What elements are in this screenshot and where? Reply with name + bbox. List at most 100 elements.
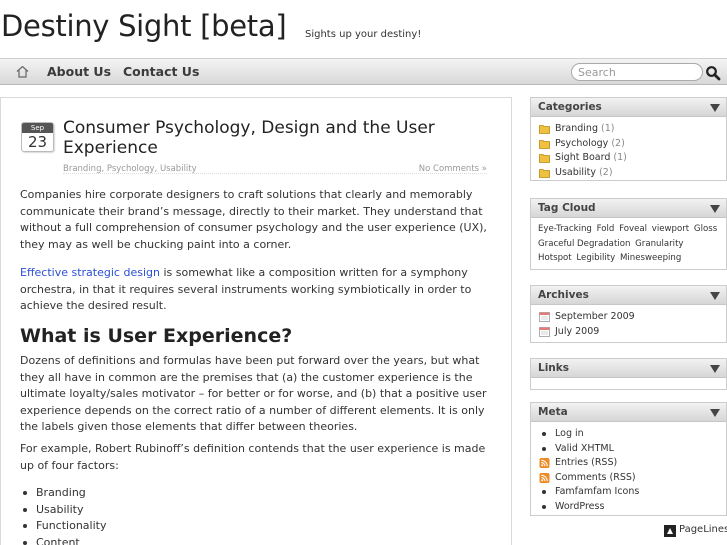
category-count: (1) [613, 152, 627, 163]
category-item[interactable]: Psychology (2) [531, 137, 726, 152]
meta-item[interactable]: WordPress [531, 500, 726, 515]
factor-list: Branding Usability Functionality Content [20, 485, 106, 545]
meta-item[interactable]: Comments (RSS) [531, 471, 726, 486]
folder-icon [539, 139, 550, 149]
bullet-icon [542, 490, 546, 494]
folder-icon [539, 125, 550, 134]
archive-item[interactable]: September 2009 [531, 310, 726, 325]
category-label[interactable]: Sight Board [555, 152, 610, 163]
strategic-design-link[interactable]: Effective strategic design [20, 266, 160, 279]
post-content: Sep 23 Consumer Psychology, Design and t… [0, 97, 512, 545]
meta-label[interactable]: Log in [555, 428, 584, 439]
meta-label[interactable]: WordPress [555, 501, 604, 512]
widget-header[interactable]: Meta [531, 403, 726, 422]
list-item-label: Content [36, 535, 80, 545]
archive-item[interactable]: July 2009 [531, 325, 726, 340]
category-label[interactable]: Branding [555, 123, 598, 134]
category-item[interactable]: Usability (2) [531, 166, 726, 181]
widget-header[interactable]: Archives [531, 286, 726, 305]
meta-widget: Meta Log in Valid XHTML Entries (RSS) Co… [530, 402, 727, 516]
meta-label[interactable]: Famfamfam Icons [555, 486, 639, 497]
bullet-icon [542, 504, 546, 509]
collapse-arrow-icon[interactable] [710, 205, 720, 213]
list-item: Content [20, 535, 106, 545]
date-badge: Sep 23 [21, 122, 54, 152]
search-input[interactable] [571, 63, 703, 81]
folder-icon [539, 154, 550, 163]
widget-header[interactable]: Links [531, 359, 726, 378]
tag-link[interactable]: Hotspot [538, 253, 572, 263]
list-item: Functionality [20, 518, 106, 535]
nav-contact-us[interactable]: Contact Us [123, 64, 199, 79]
tag-link[interactable]: Legibility [576, 253, 615, 263]
bullet-icon [23, 491, 27, 495]
tag-link[interactable]: Granularity [635, 239, 683, 249]
widget-title: Meta [538, 406, 568, 418]
post-title[interactable]: Consumer Psychology, Design and the User… [63, 118, 483, 158]
list-item: Usability [20, 502, 106, 519]
meta-item[interactable]: Famfamfam Icons [531, 485, 726, 500]
category-item[interactable]: Branding (1) [531, 122, 726, 137]
list-item-label: Branding [36, 486, 86, 499]
site-header: Destiny Sight [beta] Sights up your dest… [0, 0, 727, 58]
credit-label: PageLines [679, 524, 727, 535]
tag-link[interactable]: Eye-Tracking [538, 224, 592, 234]
links-widget: Links [530, 358, 727, 390]
archive-label[interactable]: July 2009 [555, 326, 599, 337]
date-day: 23 [27, 133, 48, 151]
category-count: (2) [599, 166, 613, 178]
category-label[interactable]: Usability [555, 167, 596, 178]
home-icon[interactable] [16, 65, 29, 78]
section-heading: What is User Experience? [20, 325, 293, 347]
comments-link[interactable]: No Comments » [419, 164, 487, 174]
post-paragraph: Companies hire corporate designers to cr… [20, 188, 487, 251]
site-title[interactable]: Destiny Sight [beta] [1, 9, 287, 43]
bullet-icon [23, 524, 27, 529]
widget-title: Archives [538, 289, 589, 301]
collapse-arrow-icon[interactable] [710, 292, 720, 300]
tag-link[interactable]: Fold [597, 224, 615, 234]
meta-item[interactable]: Entries (RSS) [531, 456, 726, 471]
date-month: Sep [22, 123, 53, 133]
meta-item[interactable]: Log in [531, 427, 726, 442]
collapse-arrow-icon[interactable] [710, 409, 720, 417]
pagelines-logo-icon [664, 525, 676, 537]
tag-link[interactable]: Graceful Degradation [538, 239, 630, 249]
bullet-icon [23, 540, 27, 545]
meta-label[interactable]: Comments (RSS) [555, 472, 636, 483]
category-item[interactable]: Sight Board (1) [531, 151, 726, 166]
widget-header[interactable]: Tag Cloud [531, 199, 726, 218]
tag-cloud: Eye-Tracking Fold Foveal viewport Gloss … [531, 218, 726, 270]
nav-about-us[interactable]: About Us [47, 64, 111, 79]
collapse-arrow-icon[interactable] [710, 365, 720, 373]
meta-item[interactable]: Valid XHTML [531, 442, 726, 457]
tag-link[interactable]: Foveal [619, 224, 647, 234]
meta-label[interactable]: Valid XHTML [555, 443, 614, 454]
meta-label[interactable]: Entries (RSS) [555, 457, 617, 468]
calendar-icon [539, 326, 550, 337]
collapse-arrow-icon[interactable] [710, 104, 720, 112]
category-count: (1) [601, 123, 615, 134]
tag-link[interactable]: Minesweeping [620, 253, 681, 263]
tag-cloud-widget: Tag Cloud Eye-Tracking Fold Foveal viewp… [530, 198, 727, 270]
post-paragraph: For example, Robert Rubinoff’s definitio… [20, 442, 486, 472]
rss-icon [539, 472, 550, 483]
archive-label[interactable]: September 2009 [555, 311, 635, 322]
post-paragraph: Effective strategic design is somewhat l… [20, 265, 498, 315]
calendar-icon [539, 312, 550, 322]
widget-header[interactable]: Categories [531, 98, 726, 117]
folder-icon [539, 168, 550, 178]
search-icon[interactable] [705, 65, 721, 81]
tag-link[interactable]: viewport [652, 224, 689, 234]
archives-widget: Archives September 2009 July 2009 [530, 285, 727, 343]
category-label[interactable]: Psychology [555, 138, 608, 149]
widget-title: Links [538, 362, 569, 374]
categories-widget: Categories Branding (1) Psychology (2) S… [530, 97, 727, 181]
post-paragraph: Dozens of definitions and formulas have … [20, 354, 487, 434]
list-item-label: Functionality [36, 519, 107, 533]
post-categories[interactable]: Branding, Psychology, Usability [63, 164, 197, 174]
widget-title: Categories [538, 101, 602, 113]
bullet-icon [23, 507, 27, 512]
tag-link[interactable]: Gloss [694, 224, 717, 234]
category-count: (2) [611, 137, 625, 149]
